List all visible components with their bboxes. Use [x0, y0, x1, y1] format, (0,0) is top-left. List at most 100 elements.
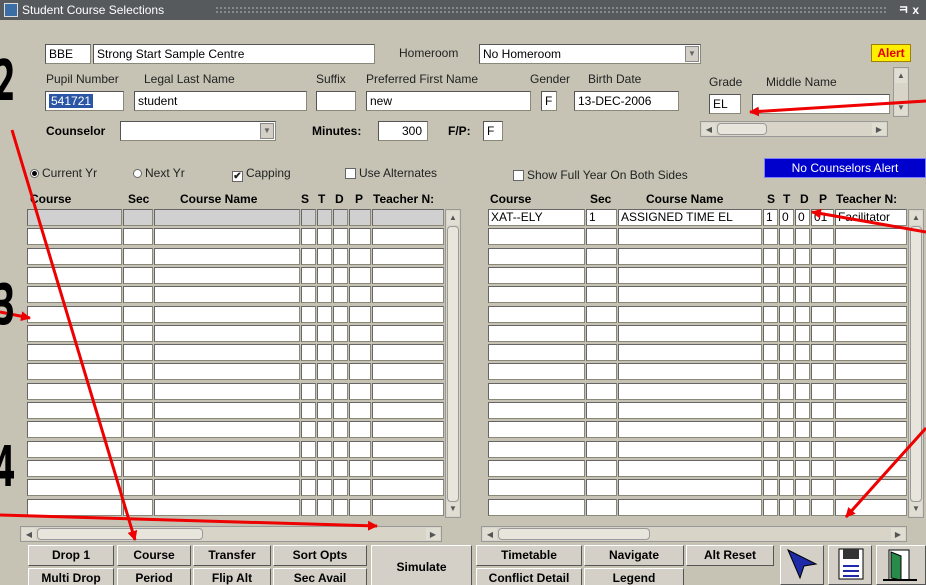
table-cell[interactable] [317, 228, 332, 246]
table-cell[interactable] [779, 363, 794, 381]
table-cell[interactable] [301, 228, 316, 246]
table-cell[interactable] [372, 402, 444, 419]
table-cell[interactable] [488, 305, 585, 323]
table-cell[interactable] [349, 440, 371, 458]
table-cell[interactable] [488, 440, 585, 458]
table-cell[interactable] [154, 286, 300, 304]
table-cell[interactable] [779, 324, 794, 342]
period-button[interactable]: Period [117, 568, 191, 585]
table-cell[interactable] [317, 363, 332, 381]
table-cell[interactable] [763, 266, 778, 284]
scroll-up-icon[interactable]: ▲ [895, 69, 907, 83]
scroll-left-icon[interactable]: ◀ [22, 528, 36, 540]
table-cell[interactable] [27, 247, 122, 265]
table-cell[interactable] [301, 421, 316, 439]
table-cell[interactable] [488, 324, 585, 342]
table-cell[interactable]: XAT--ELY [488, 209, 585, 226]
table-cell[interactable] [618, 266, 762, 284]
table-cell[interactable] [372, 440, 444, 458]
table-cell[interactable] [333, 459, 348, 477]
sec-avail-button[interactable]: Sec Avail [273, 568, 367, 585]
table-cell[interactable] [586, 382, 617, 400]
table-cell[interactable] [349, 402, 371, 419]
table-cell[interactable] [301, 266, 316, 284]
table-cell[interactable] [154, 247, 300, 265]
show-full-year-checkbox[interactable]: Show Full Year On Both Sides [513, 168, 688, 182]
table-cell[interactable] [123, 479, 153, 497]
table-cell[interactable] [795, 286, 810, 304]
table-cell[interactable] [779, 382, 794, 400]
table-cell[interactable] [333, 209, 348, 226]
right-grid-vertical-scrollbar[interactable]: ▲ ▼ [908, 209, 924, 518]
scroll-left-icon[interactable]: ◀ [702, 123, 716, 135]
table-cell[interactable] [779, 498, 794, 516]
table-cell[interactable] [349, 382, 371, 400]
conflict-detail-button[interactable]: Conflict Detail [476, 568, 582, 585]
table-cell[interactable] [317, 421, 332, 439]
left-horizontal-scrollbar[interactable]: ◀ ▶ [20, 526, 442, 542]
table-cell[interactable] [779, 459, 794, 477]
table-cell[interactable] [27, 324, 122, 342]
table-cell[interactable] [835, 479, 907, 497]
table-cell[interactable] [779, 440, 794, 458]
table-cell[interactable] [317, 402, 332, 419]
table-cell[interactable] [333, 228, 348, 246]
table-cell[interactable] [618, 402, 762, 419]
table-cell[interactable] [317, 440, 332, 458]
table-cell[interactable] [586, 402, 617, 419]
drop-1-button[interactable]: Drop 1 [28, 545, 114, 566]
table-cell[interactable] [795, 440, 810, 458]
table-cell[interactable] [618, 344, 762, 362]
table-cell[interactable] [835, 382, 907, 400]
table-cell[interactable] [123, 402, 153, 419]
table-cell[interactable] [586, 459, 617, 477]
table-cell[interactable] [123, 382, 153, 400]
table-cell[interactable] [835, 286, 907, 304]
table-cell[interactable] [763, 402, 778, 419]
table-cell[interactable] [488, 382, 585, 400]
exit-button[interactable] [876, 545, 926, 585]
chevron-down-icon[interactable]: ▼ [260, 123, 274, 139]
left-grid-vertical-scrollbar[interactable]: ▲ ▼ [445, 209, 461, 518]
scroll-left-icon[interactable]: ◀ [483, 528, 497, 540]
table-cell[interactable] [835, 228, 907, 246]
table-cell[interactable] [488, 344, 585, 362]
table-cell[interactable] [618, 421, 762, 439]
table-cell[interactable] [795, 459, 810, 477]
table-cell[interactable] [488, 266, 585, 284]
gender-field[interactable]: F [541, 91, 557, 111]
table-cell[interactable] [618, 440, 762, 458]
table-cell[interactable] [123, 286, 153, 304]
preferred-first-name-field[interactable]: new [366, 91, 531, 111]
table-cell[interactable] [586, 344, 617, 362]
table-cell[interactable] [795, 421, 810, 439]
table-cell[interactable] [835, 247, 907, 265]
table-cell[interactable] [586, 228, 617, 246]
table-cell[interactable] [123, 363, 153, 381]
table-cell[interactable] [333, 286, 348, 304]
table-cell[interactable] [123, 440, 153, 458]
table-cell[interactable] [779, 421, 794, 439]
table-cell[interactable] [349, 344, 371, 362]
table-cell[interactable]: ASSIGNED TIME EL [618, 209, 762, 226]
middle-name-field[interactable] [752, 94, 890, 114]
table-cell[interactable] [317, 209, 332, 226]
table-cell[interactable] [349, 286, 371, 304]
table-cell[interactable] [763, 459, 778, 477]
table-cell[interactable] [586, 324, 617, 342]
table-cell[interactable] [27, 421, 122, 439]
table-cell[interactable] [27, 344, 122, 362]
table-cell[interactable] [333, 344, 348, 362]
minutes-field[interactable]: 300 [378, 121, 428, 141]
table-cell[interactable] [301, 305, 316, 323]
sort-opts-button[interactable]: Sort Opts [273, 545, 367, 566]
table-cell[interactable] [618, 228, 762, 246]
table-cell[interactable] [154, 402, 300, 419]
table-cell[interactable] [586, 266, 617, 284]
scroll-up-icon[interactable]: ▲ [447, 211, 459, 225]
scroll-thumb[interactable] [717, 123, 767, 135]
table-cell[interactable] [795, 498, 810, 516]
table-cell[interactable] [349, 324, 371, 342]
fp-field[interactable]: F [483, 121, 503, 141]
table-cell[interactable] [763, 324, 778, 342]
